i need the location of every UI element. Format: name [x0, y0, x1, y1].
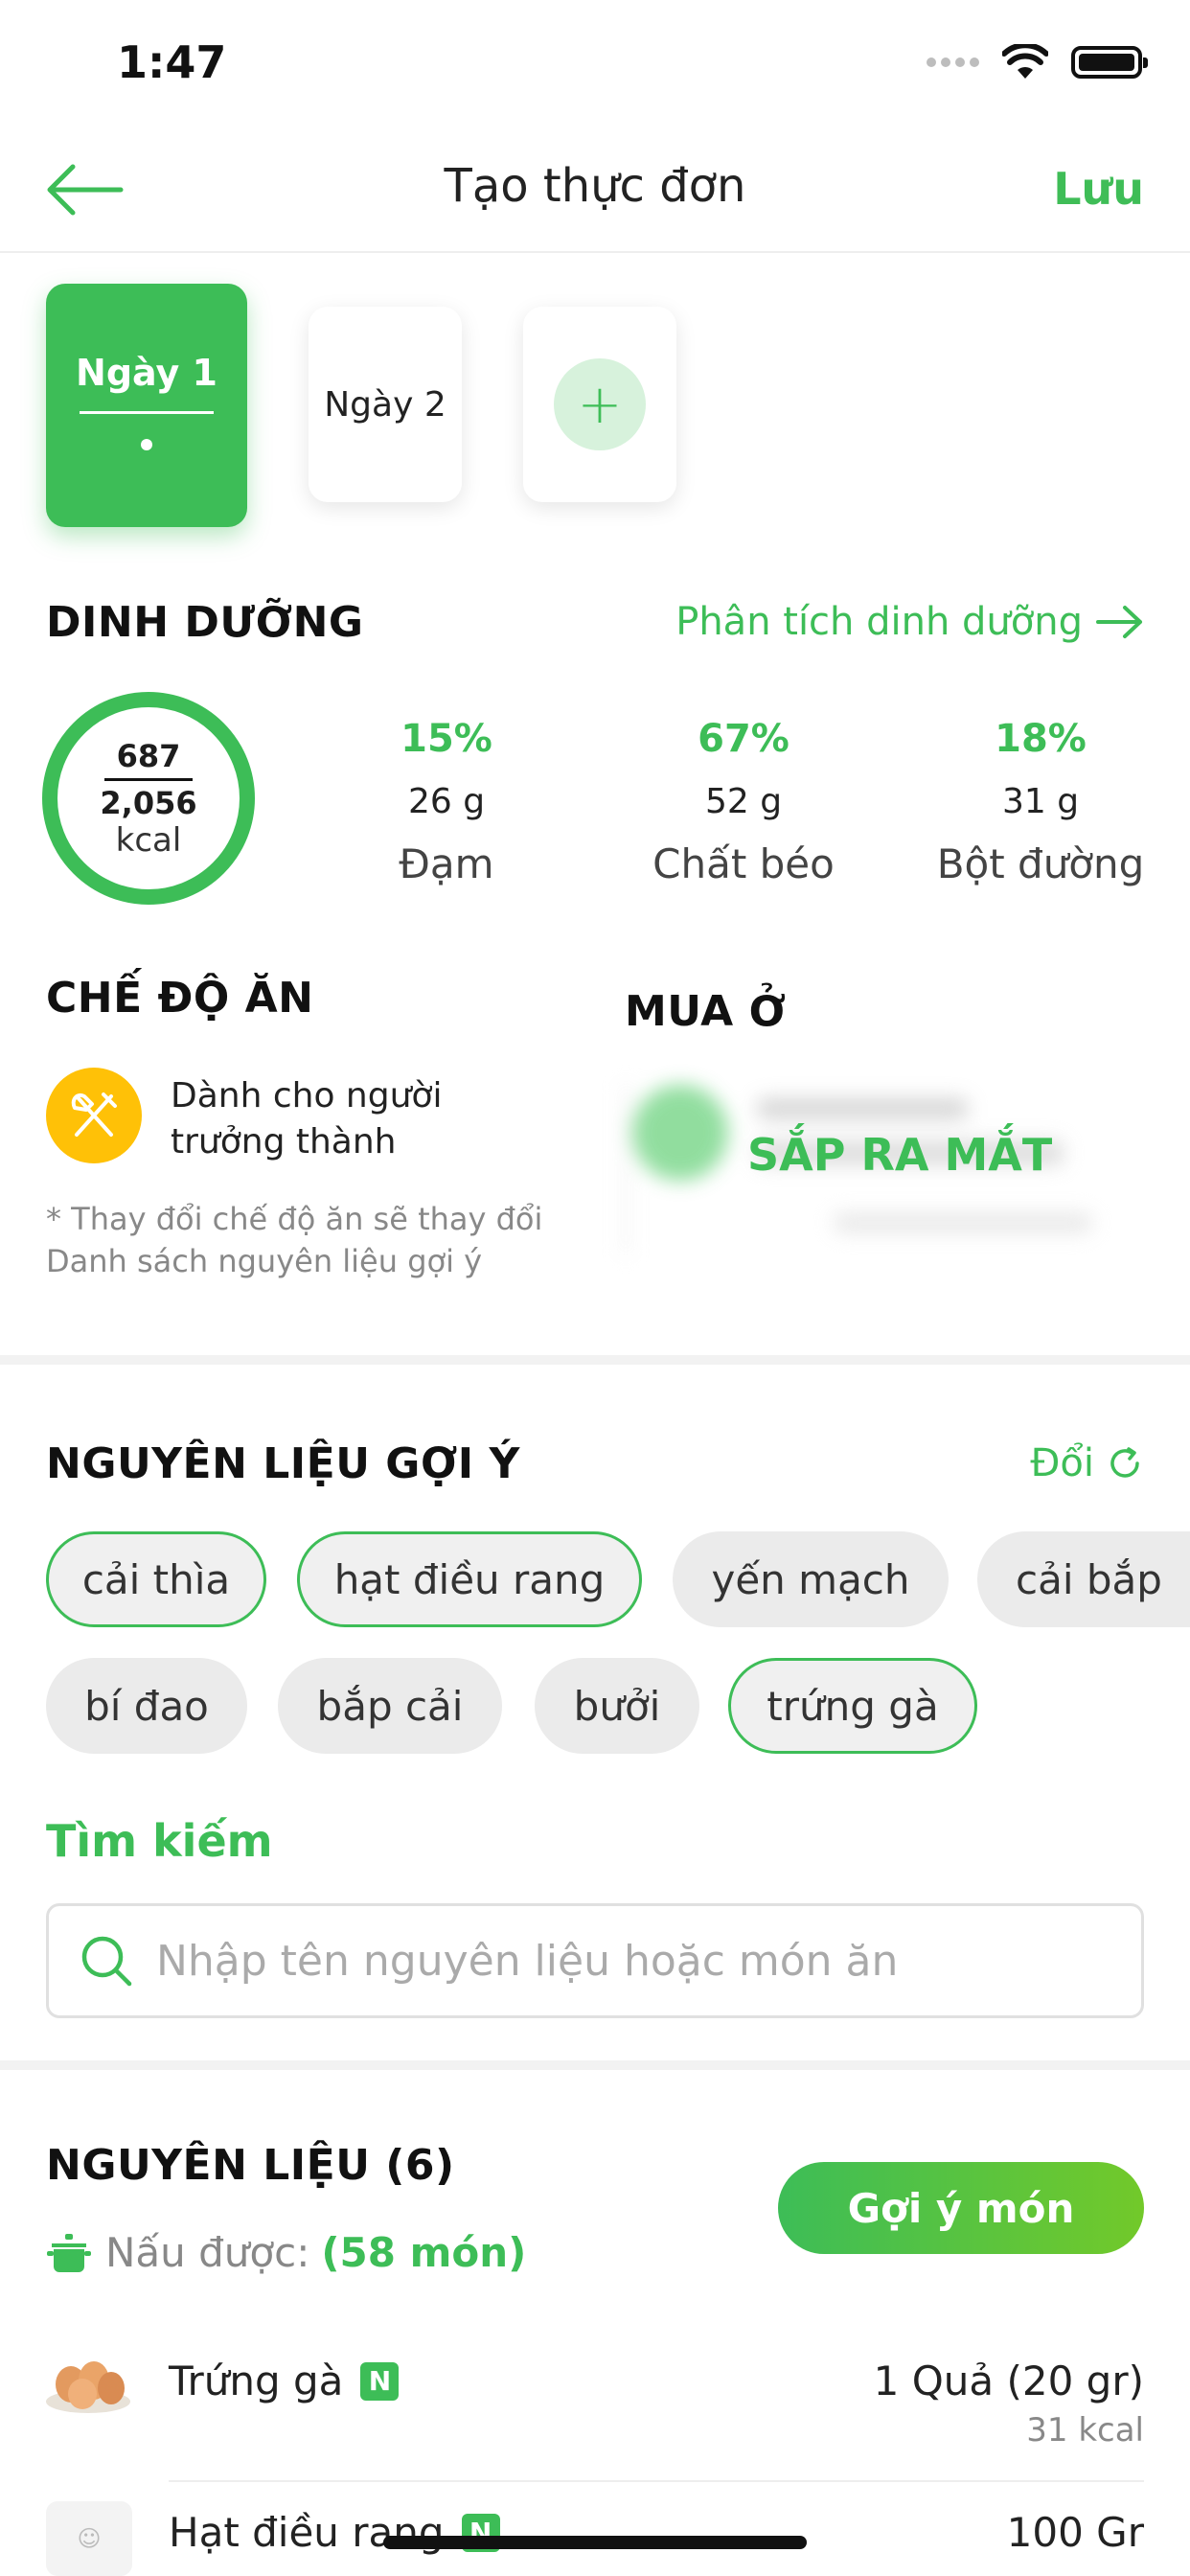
battery-icon — [1071, 46, 1148, 79]
ingredient-kcal: 31 kcal — [1026, 2411, 1144, 2450]
ingredient-chip[interactable]: cải thìa — [46, 1531, 266, 1627]
ingredient-chip[interactable]: hạt điều rang — [297, 1531, 642, 1627]
macro-percent: 67% — [698, 717, 790, 761]
macro-grams: 52 g — [704, 782, 783, 821]
ingredient-chip[interactable]: trứng gà — [728, 1658, 977, 1754]
macro-percent: 18% — [995, 717, 1087, 761]
kcal-unit: kcal — [115, 820, 182, 860]
egg-thumbnail — [46, 2361, 130, 2413]
cookable-count: Nấu được: (58 món) — [46, 2229, 526, 2276]
kcal-fraction-line — [104, 777, 193, 781]
tab-active-dot — [141, 438, 152, 450]
arrow-right-icon — [1096, 606, 1142, 638]
signal-icon — [927, 58, 979, 67]
macro-carb: 18% 31 g Bột đường — [926, 717, 1156, 887]
chef-placeholder-icon: ☺ — [46, 2501, 132, 2576]
cook-count: (58 món) — [321, 2229, 527, 2276]
cook-label: Nấu được: — [105, 2229, 310, 2276]
macro-protein: 15% 26 g Đạm — [332, 717, 561, 887]
save-button[interactable]: Lưu — [1053, 163, 1144, 215]
chip-label: yến mạch — [711, 1555, 910, 1603]
tab-day-2[interactable]: Ngày 2 — [309, 307, 462, 502]
ingredient-qty[interactable]: 1 Quả (20 gr) — [874, 2358, 1144, 2404]
coming-soon-label: SẮP RA MẮT — [747, 1129, 1053, 1181]
add-day-button[interactable]: + — [523, 307, 676, 502]
kcal-ring: 687 2,056 kcal — [42, 692, 255, 905]
diet-line-2: trưởng thành — [171, 1122, 397, 1162]
chip-label: bưởi — [573, 1682, 661, 1730]
nutrition-analysis-label: Phân tích dinh dưỡng — [675, 600, 1083, 644]
fork-knife-icon[interactable] — [46, 1068, 142, 1163]
search-icon — [81, 1936, 132, 1987]
tab-day-2-label: Ngày 2 — [324, 384, 446, 425]
section-divider — [0, 1355, 1190, 1365]
status-time: 1:47 — [117, 36, 227, 88]
macro-name: Chất béo — [652, 840, 835, 887]
ingredient-name: Trứng gà — [169, 2358, 344, 2404]
macro-name: Đạm — [399, 840, 494, 887]
page-title: Tạo thực đơn — [444, 159, 746, 213]
section-divider — [0, 2060, 1190, 2070]
ingredient-chip[interactable]: bưởi — [535, 1658, 699, 1754]
diet-title: CHẾ ĐỘ ĂN — [46, 974, 314, 1023]
tab-day-1-label: Ngày 1 — [76, 351, 217, 394]
search-label: Tìm kiếm — [46, 1815, 273, 1867]
ingredient-chip[interactable]: cải bắp — [977, 1531, 1190, 1627]
nutrition-analysis-link[interactable]: Phân tích dinh dưỡng — [675, 600, 1144, 644]
chip-label: bí đao — [84, 1682, 209, 1730]
nutrition-title: DINH DƯỠNG — [46, 598, 364, 647]
suggested-title: NGUYÊN LIỆU GỢI Ý — [46, 1439, 520, 1488]
plus-icon: + — [554, 358, 646, 450]
tab-day-1[interactable]: Ngày 1 — [46, 284, 247, 527]
chip-label: cải bắp — [1016, 1555, 1162, 1603]
search-field[interactable] — [46, 1903, 1144, 2018]
diet-selection[interactable]: Dành cho người trưởng thành — [171, 1073, 554, 1165]
suggest-dishes-button[interactable]: Gợi ý món — [778, 2162, 1144, 2254]
diet-note-1: * Thay đổi chế độ ăn sẽ thay đổi — [46, 1201, 543, 1237]
buy-title: MUA Ở — [625, 987, 787, 1036]
ingredient-qty[interactable]: 100 Gr — [1007, 2509, 1144, 2556]
ingredient-chip[interactable]: bí đao — [46, 1658, 247, 1754]
home-indicator — [383, 2536, 807, 2549]
nav-divider — [0, 251, 1190, 253]
refresh-icon — [1110, 1447, 1139, 1478]
new-badge: N — [360, 2361, 400, 2401]
ingredient-row-1[interactable]: Trứng gà N — [169, 2358, 400, 2404]
status-icons — [927, 44, 1148, 80]
wifi-icon — [1002, 44, 1048, 79]
search-input[interactable] — [156, 1936, 1018, 1986]
macro-grams: 26 g — [407, 782, 486, 821]
macro-fat: 67% 52 g Chất béo — [629, 717, 858, 887]
chip-label: bắp cải — [316, 1682, 464, 1730]
row-divider — [169, 2480, 1144, 2482]
diet-note: * Thay đổi chế độ ăn sẽ thay đổi Danh sá… — [46, 1198, 583, 1282]
ingredient-chip[interactable]: bắp cải — [278, 1658, 502, 1754]
pot-icon — [47, 2233, 91, 2272]
diet-note-2: Danh sách nguyên liệu gợi ý — [46, 1243, 483, 1279]
kcal-consumed: 687 — [116, 737, 181, 774]
ingredient-chip[interactable]: yến mạch — [673, 1531, 949, 1627]
ingredients-title: NGUYÊN LIỆU (6) — [46, 2141, 455, 2190]
tab-active-underline — [80, 410, 214, 414]
diet-line-1: Dành cho người — [171, 1076, 443, 1116]
macro-grams: 31 g — [1001, 782, 1080, 821]
macro-name: Bột đường — [936, 840, 1145, 887]
chip-label: hạt điều rang — [333, 1555, 606, 1603]
change-suggestions-button[interactable]: Đổi — [1030, 1441, 1144, 1485]
macro-percent: 15% — [400, 717, 492, 761]
chip-label: cải thìa — [81, 1555, 231, 1603]
change-label: Đổi — [1030, 1441, 1094, 1485]
kcal-target: 2,056 — [100, 784, 197, 821]
chip-label: trứng gà — [767, 1682, 939, 1730]
